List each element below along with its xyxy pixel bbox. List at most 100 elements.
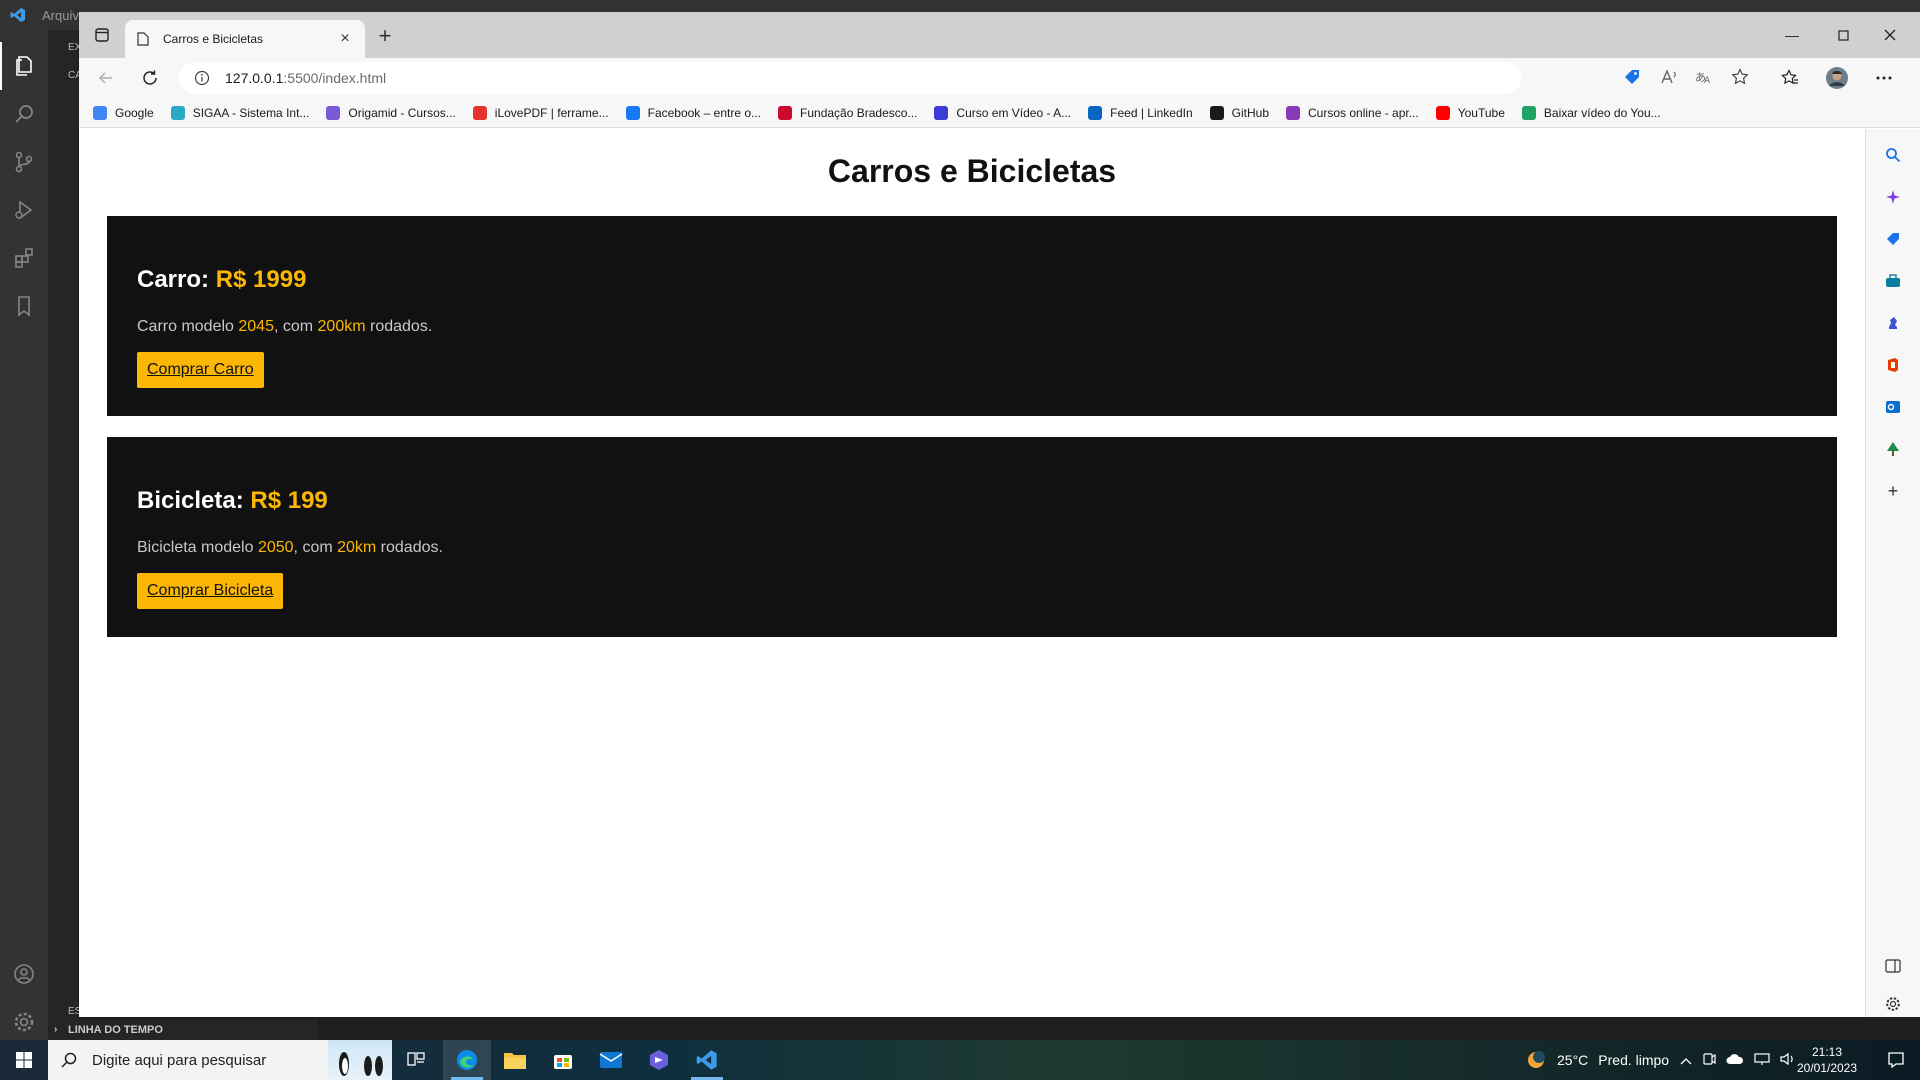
bookmark-favicon-icon bbox=[778, 105, 793, 120]
card-title: Bicicleta: R$ 199 bbox=[137, 487, 1807, 515]
bookmark-item[interactable]: iLovePDF | ferrame... bbox=[472, 105, 609, 120]
source-control-icon[interactable] bbox=[0, 138, 48, 186]
run-debug-icon[interactable] bbox=[0, 186, 48, 234]
mail-icon[interactable] bbox=[587, 1040, 635, 1080]
windows-start-icon[interactable] bbox=[0, 1040, 48, 1080]
onedrive-cloud-icon[interactable] bbox=[1726, 1052, 1744, 1068]
more-options-icon[interactable] bbox=[1870, 64, 1898, 92]
sidebar-search-icon[interactable] bbox=[1883, 145, 1903, 165]
bookmark-item[interactable]: Facebook – entre o... bbox=[625, 105, 761, 120]
read-aloud-icon[interactable] bbox=[1657, 65, 1681, 89]
close-window-icon[interactable] bbox=[1867, 22, 1913, 48]
bookmark-item[interactable]: Cursos online - apr... bbox=[1286, 105, 1419, 120]
search-icon[interactable] bbox=[0, 90, 48, 138]
desc-mid: , com bbox=[293, 539, 338, 556]
bookmark-item[interactable]: Curso em Vídeo - A... bbox=[934, 105, 1071, 120]
taskbar-search-box[interactable]: Digite aqui para pesquisar bbox=[48, 1040, 392, 1080]
desc-post: rodados. bbox=[376, 539, 443, 556]
tab-carros-e-bicicletas[interactable]: Carros e Bicicletas × bbox=[125, 20, 365, 58]
new-tab-button[interactable]: + bbox=[372, 24, 398, 50]
taskbar-clock[interactable]: 21:13 20/01/2023 bbox=[1792, 1044, 1862, 1076]
sidebar-outlook-icon[interactable] bbox=[1883, 397, 1903, 417]
network-icon[interactable] bbox=[1754, 1052, 1770, 1069]
bookmark-favicon-icon bbox=[326, 105, 341, 120]
timeline-label: LINHA DO TEMPO bbox=[68, 1024, 163, 1036]
manage-gear-icon[interactable] bbox=[0, 998, 48, 1046]
system-tray bbox=[1680, 1040, 1796, 1080]
profile-avatar[interactable] bbox=[1823, 64, 1851, 92]
timeline-section[interactable]: › LINHA DO TEMPO bbox=[48, 1020, 318, 1040]
sidebar-add-icon[interactable]: + bbox=[1883, 481, 1903, 501]
bookmark-item[interactable]: YouTube bbox=[1435, 105, 1505, 120]
sidebar-tree-icon[interactable] bbox=[1883, 439, 1903, 459]
bookmark-item[interactable]: Baixar vídeo do You... bbox=[1521, 105, 1661, 120]
task-view-icon[interactable] bbox=[392, 1040, 440, 1080]
add-favorite-star-icon[interactable] bbox=[1728, 65, 1752, 89]
km-value: 20km bbox=[337, 539, 377, 556]
sidebar-tools-icon[interactable] bbox=[1883, 271, 1903, 291]
card-title-label: Carro: bbox=[137, 266, 210, 293]
extensions-icon[interactable] bbox=[0, 234, 48, 282]
bookmarks-bar: Google SIGAA - Sistema Int... Origamid - C… bbox=[79, 98, 1920, 128]
bookmark-item[interactable]: Origamid - Cursos... bbox=[326, 105, 456, 120]
bookmark-item[interactable]: GitHub bbox=[1209, 105, 1270, 120]
refresh-icon[interactable] bbox=[135, 64, 165, 92]
bookmark-favicon-icon bbox=[1435, 105, 1450, 120]
bookmark-favicon-icon bbox=[1286, 105, 1301, 120]
sidebar-shopping-icon[interactable] bbox=[1883, 229, 1903, 249]
site-info-icon[interactable] bbox=[193, 69, 211, 87]
edge-sidebar: + bbox=[1865, 129, 1920, 1017]
bookmark-label: Google bbox=[115, 105, 154, 120]
bicycle-card: Bicicleta: R$ 199 Bicicleta modelo 2050,… bbox=[107, 437, 1837, 637]
tab-strip: Carros e Bicicletas × + — bbox=[79, 12, 1920, 58]
microsoft-store-icon[interactable] bbox=[539, 1040, 587, 1080]
clock-date: 20/01/2023 bbox=[1796, 1061, 1858, 1075]
back-arrow-icon[interactable] bbox=[91, 64, 121, 92]
file-explorer-icon[interactable] bbox=[491, 1040, 539, 1080]
sidebar-games-icon[interactable] bbox=[1883, 313, 1903, 333]
account-icon[interactable] bbox=[0, 950, 48, 998]
bookmark-favicon-icon bbox=[1521, 105, 1536, 120]
desc-mid: , com bbox=[273, 318, 318, 335]
sidebar-copilot-icon[interactable] bbox=[1883, 187, 1903, 207]
minimize-icon[interactable]: — bbox=[1769, 22, 1815, 48]
vscode-taskbar-icon[interactable] bbox=[683, 1040, 731, 1080]
show-hidden-icons-chevron-icon[interactable] bbox=[1680, 1052, 1692, 1068]
card-price: R$ 199 bbox=[250, 487, 328, 514]
bookmark-item[interactable]: Feed | LinkedIn bbox=[1088, 105, 1193, 120]
maximize-icon[interactable] bbox=[1820, 22, 1866, 48]
weather-widget[interactable]: 25°C Pred. limpo bbox=[1525, 1040, 1669, 1080]
meet-now-icon[interactable] bbox=[1702, 1052, 1716, 1069]
card-title: Carro: R$ 1999 bbox=[137, 266, 1807, 294]
bookmark-item[interactable]: Fundação Bradesco... bbox=[778, 105, 917, 120]
favorites-icon[interactable] bbox=[1776, 64, 1804, 92]
tab-actions-icon[interactable] bbox=[91, 24, 113, 46]
address-bar[interactable]: 127.0.0.1:5500/index.html bbox=[179, 62, 1521, 94]
sidebar-hide-icon[interactable] bbox=[1883, 956, 1903, 976]
bookmark-label: SIGAA - Sistema Int... bbox=[192, 105, 310, 120]
notifications-icon[interactable] bbox=[1872, 1040, 1920, 1080]
weather-temp: 25°C bbox=[1557, 1052, 1589, 1068]
power-automate-icon[interactable] bbox=[635, 1040, 683, 1080]
chevron-right-icon: › bbox=[54, 1024, 58, 1035]
bookmark-label: GitHub bbox=[1231, 105, 1270, 120]
bookmark-label: Feed | LinkedIn bbox=[1110, 105, 1193, 120]
bookmark-item[interactable]: Google bbox=[93, 105, 154, 120]
bookmark-item[interactable]: SIGAA - Sistema Int... bbox=[170, 105, 310, 120]
buy-car-button[interactable]: Comprar Carro bbox=[137, 352, 264, 388]
translate-icon[interactable]: あA bbox=[1691, 65, 1715, 89]
card-description: Carro modelo 2045, com 200km rodados. bbox=[137, 318, 1807, 336]
sidebar-settings-gear-icon[interactable] bbox=[1883, 994, 1903, 1014]
buy-bicycle-button[interactable]: Comprar Bicicleta bbox=[137, 573, 284, 609]
web-page-content: Carros e Bicicletas Carro: R$ 1999 Carro… bbox=[79, 129, 1865, 1017]
tab-title: Carros e Bicicletas bbox=[163, 32, 264, 46]
explorer-icon[interactable] bbox=[0, 42, 48, 90]
edge-browser-icon[interactable] bbox=[443, 1040, 491, 1080]
url-path: :5500/index.html bbox=[283, 70, 387, 86]
coupon-tag-icon[interactable] bbox=[1620, 65, 1644, 89]
bookmark-icon[interactable] bbox=[0, 282, 48, 330]
bookmark-label: YouTube bbox=[1457, 105, 1505, 120]
sidebar-office-icon[interactable] bbox=[1883, 355, 1903, 375]
weather-moon-icon bbox=[1528, 1051, 1545, 1068]
close-tab-icon[interactable]: × bbox=[337, 31, 353, 47]
